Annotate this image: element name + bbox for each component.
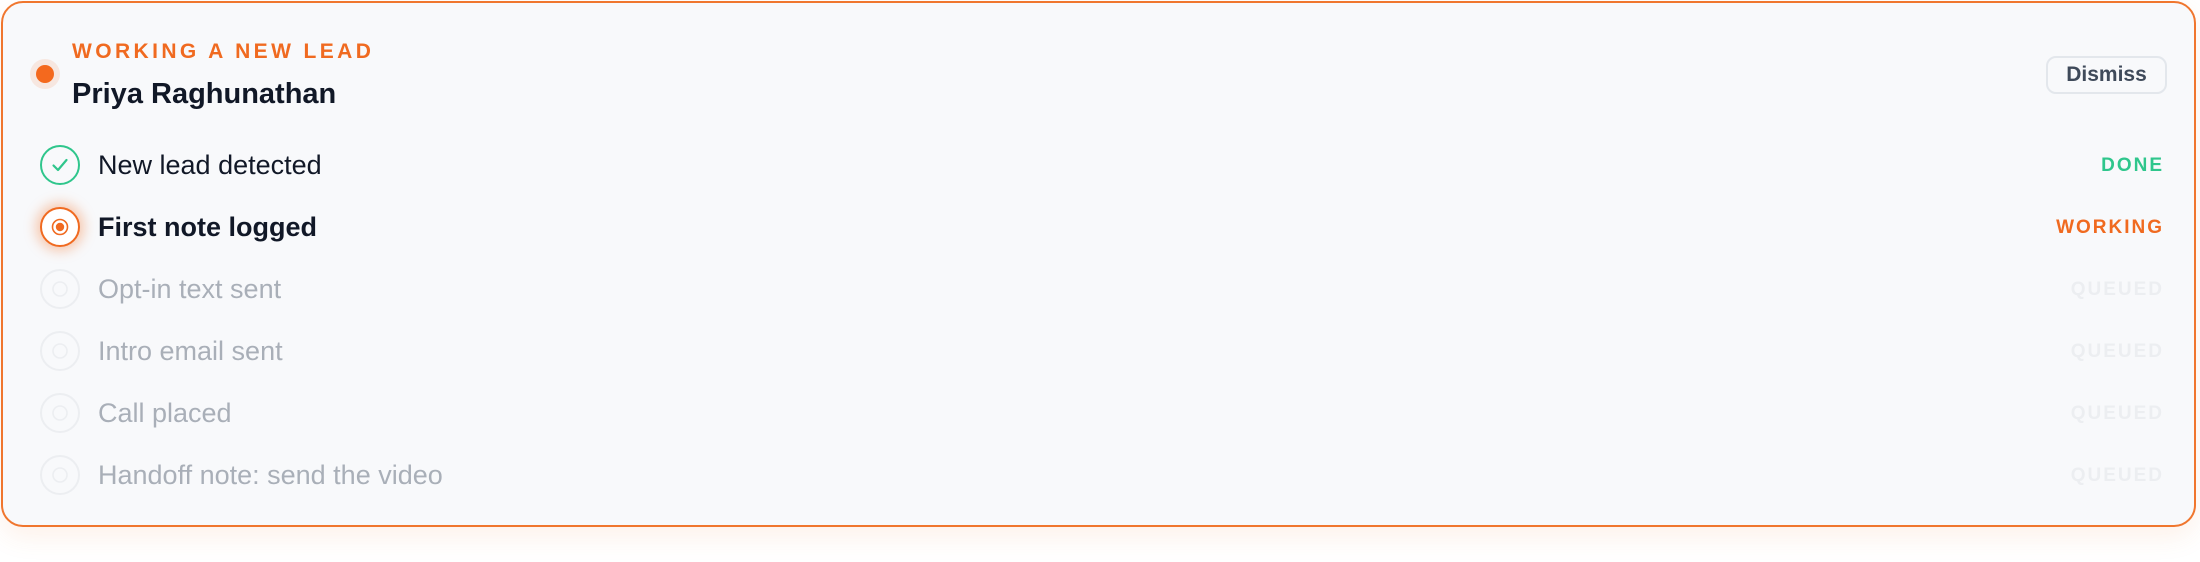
step-label: Opt-in text sent — [98, 274, 282, 304]
pending-circle-icon — [40, 269, 80, 309]
pending-circle-icon — [40, 393, 80, 433]
radio-active-icon — [40, 207, 80, 247]
step-label: Call placed — [98, 398, 232, 428]
lead-name: Priya Raghunathan — [72, 78, 337, 110]
pending-circle-icon — [40, 331, 80, 371]
dismiss-button[interactable]: Dismiss — [2046, 56, 2167, 94]
step-status-badge: DONE — [2101, 155, 2164, 176]
step-status-badge: WORKING — [2056, 217, 2164, 238]
step-label: Handoff note: send the video — [98, 460, 443, 490]
step-row-first-note-logged: First note logged WORKING — [3, 202, 2198, 252]
step-row-new-lead-detected: New lead detected DONE — [3, 140, 2198, 190]
step-label: First note logged — [98, 212, 317, 242]
step-label: New lead detected — [98, 150, 322, 180]
check-circle-icon — [40, 145, 80, 185]
step-row-handoff-note: Handoff note: send the video QUEUED — [3, 450, 2198, 500]
step-status-badge: QUEUED — [2070, 403, 2164, 424]
card-eyebrow: WORKING A NEW LEAD — [72, 40, 375, 63]
lead-workflow-card: WORKING A NEW LEAD Priya Raghunathan Dis… — [1, 1, 2196, 527]
pending-circle-icon — [40, 455, 80, 495]
step-status-badge: QUEUED — [2070, 279, 2164, 300]
step-label: Intro email sent — [98, 336, 283, 366]
status-dot-icon — [36, 65, 54, 83]
step-row-call-placed: Call placed QUEUED — [3, 388, 2198, 438]
step-row-opt-in-text-sent: Opt-in text sent QUEUED — [3, 264, 2198, 314]
step-row-intro-email-sent: Intro email sent QUEUED — [3, 326, 2198, 376]
step-status-badge: QUEUED — [2070, 341, 2164, 362]
step-status-badge: QUEUED — [2070, 465, 2164, 486]
